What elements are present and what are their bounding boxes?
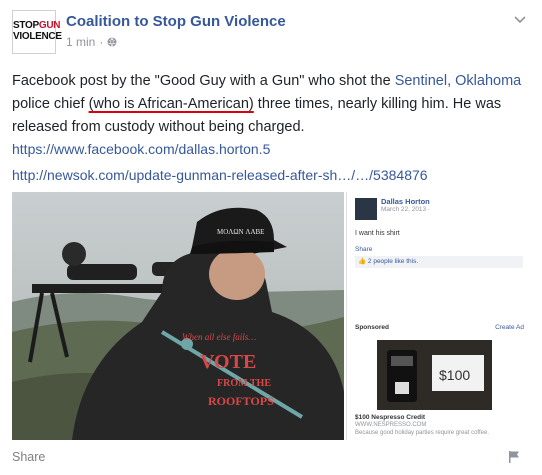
sniper-illustration: MOΛΩN ΛΑΒΕ When all else fails… VOTE FRO… xyxy=(12,192,344,440)
post-text: Facebook post by the "Good Guy with a Gu… xyxy=(12,70,532,139)
embedded-ad-text: Because good holiday parties require gre… xyxy=(355,430,489,436)
shirt-line3: FROM THE xyxy=(217,378,271,389)
avatar-text-line2: VIOLENCE xyxy=(13,31,62,42)
embedded-like-icon: 👍 xyxy=(358,258,368,265)
embedded-create-ad: Create Ad xyxy=(495,324,524,331)
post-meta: 1 min · xyxy=(66,35,117,49)
facebook-profile-link[interactable]: https://www.facebook.com/dallas.horton.5 xyxy=(12,138,428,160)
embedded-text: I want his shirt xyxy=(355,230,400,237)
nespresso-ad-illustration: $100 xyxy=(377,340,492,410)
embedded-likes: 👍 2 people like this. xyxy=(355,256,523,268)
embedded-sponsored: Sponsored xyxy=(355,324,389,331)
shirt-line1: When all else fails… xyxy=(182,332,256,342)
embedded-name: Dallas Horton xyxy=(381,197,430,206)
post-links: https://www.facebook.com/dallas.horton.5… xyxy=(12,138,428,190)
embedded-ad-title: $100 Nespresso Credit xyxy=(355,414,426,421)
sniper-photo: MOΛΩN ΛΑΒΕ When all else fails… VOTE FRO… xyxy=(12,192,344,440)
embedded-date: March 22, 2013 · xyxy=(381,206,431,213)
embedded-share: Share xyxy=(355,246,373,253)
ad-price: $100 xyxy=(439,367,470,383)
avatar-text-line1: STOPGUN xyxy=(13,20,61,31)
embedded-facebook-screenshot: Dallas Horton March 22, 2013 · I want hi… xyxy=(346,192,530,440)
page-name-link[interactable]: Coalition to Stop Gun Violence xyxy=(66,13,286,30)
post-time[interactable]: 1 min xyxy=(66,35,95,49)
flag-icon[interactable] xyxy=(508,450,520,464)
embedded-avatar xyxy=(355,198,377,220)
embedded-likes-text: 2 people like this. xyxy=(367,258,419,265)
share-link[interactable]: Share xyxy=(12,450,45,464)
newsok-article-link[interactable]: http://newsok.com/update-gunman-released… xyxy=(12,164,428,186)
meta-separator: · xyxy=(99,35,104,49)
globe-icon xyxy=(107,37,117,47)
shirt-line4: ROOFTOPS xyxy=(208,394,274,408)
chevron-down-icon[interactable] xyxy=(514,16,526,24)
page-avatar[interactable]: STOPGUN VIOLENCE xyxy=(12,10,62,54)
post-header: STOPGUN VIOLENCE Coalition to Stop Gun V… xyxy=(12,10,532,58)
sentinel-link[interactable]: Sentinel, Oklahoma xyxy=(395,73,522,89)
post-text-part1: Facebook post by the "Good Guy with a Gu… xyxy=(12,73,395,89)
hat-text: MOΛΩN ΛΑΒΕ xyxy=(217,228,264,236)
post-text-part2: police chief xyxy=(12,96,89,112)
shirt-line2: VOTE xyxy=(200,351,256,373)
post-photo[interactable]: MOΛΩN ΛΑΒΕ When all else fails… VOTE FRO… xyxy=(12,192,530,440)
embedded-ad-url: WWW.NESPRESSO.COM xyxy=(355,422,427,428)
post-text-underlined: (who is African-American) xyxy=(88,96,254,112)
embedded-ad-image: $100 xyxy=(377,340,492,410)
